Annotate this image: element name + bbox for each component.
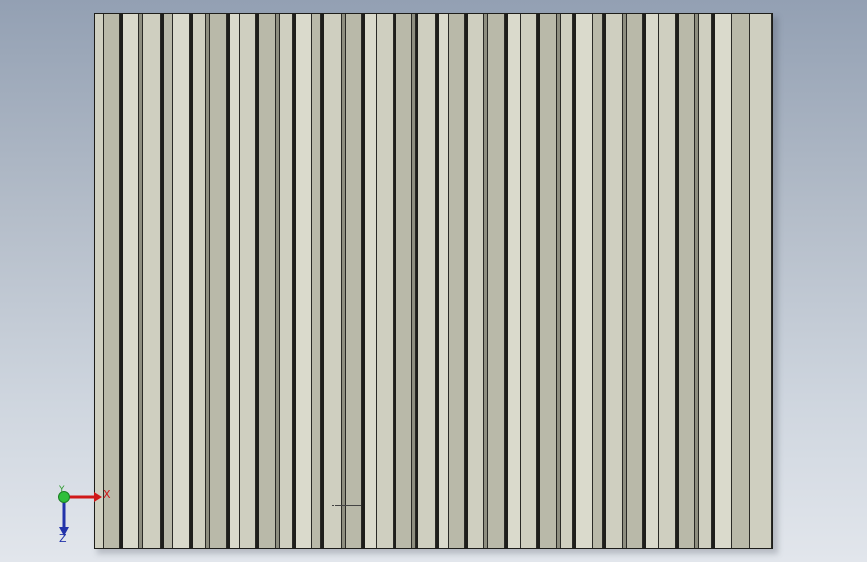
model-fin-face — [210, 14, 227, 548]
model-fin-face — [449, 14, 465, 548]
model-fin-face — [173, 14, 190, 548]
model-fin-face — [396, 14, 412, 548]
part-model-front-view[interactable] — [94, 13, 773, 549]
model-fin-face — [593, 14, 603, 548]
model-fin-face — [123, 14, 139, 548]
model-fin-face — [259, 14, 276, 548]
model-fin-face — [324, 14, 342, 548]
y-axis-label: Y — [59, 485, 65, 495]
model-fin-face — [715, 14, 732, 548]
origin-marker — [332, 505, 361, 506]
model-fin-face — [377, 14, 394, 548]
model-fin-face — [468, 14, 484, 548]
model-fin-face — [679, 14, 695, 548]
model-fin-face — [296, 14, 312, 548]
graphics-viewport[interactable]: X Y Z — [0, 0, 867, 562]
model-fin-face — [280, 14, 293, 548]
model-fin-face — [750, 14, 772, 548]
model-fin-face — [540, 14, 557, 548]
model-fin-face — [143, 14, 161, 548]
model-fin-face — [240, 14, 256, 548]
model-fin-face — [732, 14, 750, 548]
model-fin-face — [488, 14, 505, 548]
model-fin-face — [508, 14, 521, 548]
model-fin-face — [95, 14, 104, 548]
model-fin-face — [521, 14, 537, 548]
z-axis-label: Z — [59, 532, 67, 545]
model-fin-face — [312, 14, 321, 548]
model-fin-face — [606, 14, 623, 548]
model-fin-face — [164, 14, 173, 548]
model-fin-face — [699, 14, 712, 548]
model-fin-face — [104, 14, 120, 548]
model-fin-face — [230, 14, 240, 548]
model-fin-face — [627, 14, 643, 548]
reference-triad[interactable]: X Y Z — [52, 484, 112, 544]
x-axis-label: X — [103, 488, 111, 501]
model-fin-face — [439, 14, 449, 548]
model-fin-face — [365, 14, 377, 548]
model-fin-face — [418, 14, 436, 548]
model-fin-face — [561, 14, 573, 548]
model-fin-face — [646, 14, 659, 548]
model-fin-face — [576, 14, 593, 548]
model-fin-face — [346, 14, 362, 548]
model-fin-face — [193, 14, 206, 548]
model-fin-face — [659, 14, 676, 548]
